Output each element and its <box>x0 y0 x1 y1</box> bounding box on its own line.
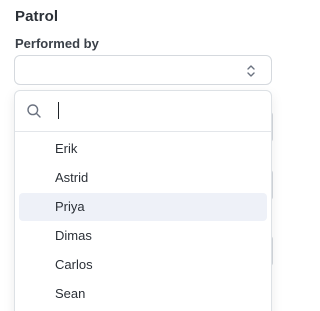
text-caret <box>58 102 59 119</box>
performed-by-select[interactable] <box>14 55 272 85</box>
option-astrid[interactable]: Astrid <box>19 164 267 192</box>
option-carlos[interactable]: Carlos <box>19 251 267 279</box>
option-priya[interactable]: Priya <box>19 193 267 221</box>
performed-by-label: Performed by <box>15 36 99 51</box>
patrol-form: Patrol Performed by Erik Astrid Priya Di… <box>0 0 285 311</box>
chevron-updown-icon <box>247 65 255 77</box>
dropdown-search-row <box>15 91 271 132</box>
option-erik[interactable]: Erik <box>19 135 267 163</box>
option-dimas[interactable]: Dimas <box>19 222 267 250</box>
option-list: Erik Astrid Priya Dimas Carlos Sean <box>15 135 271 309</box>
section-title: Patrol <box>15 8 59 25</box>
search-icon <box>27 104 41 118</box>
dropdown-search-input[interactable] <box>53 100 257 122</box>
performed-by-dropdown: Erik Astrid Priya Dimas Carlos Sean <box>14 90 272 311</box>
option-sean[interactable]: Sean <box>19 280 267 308</box>
